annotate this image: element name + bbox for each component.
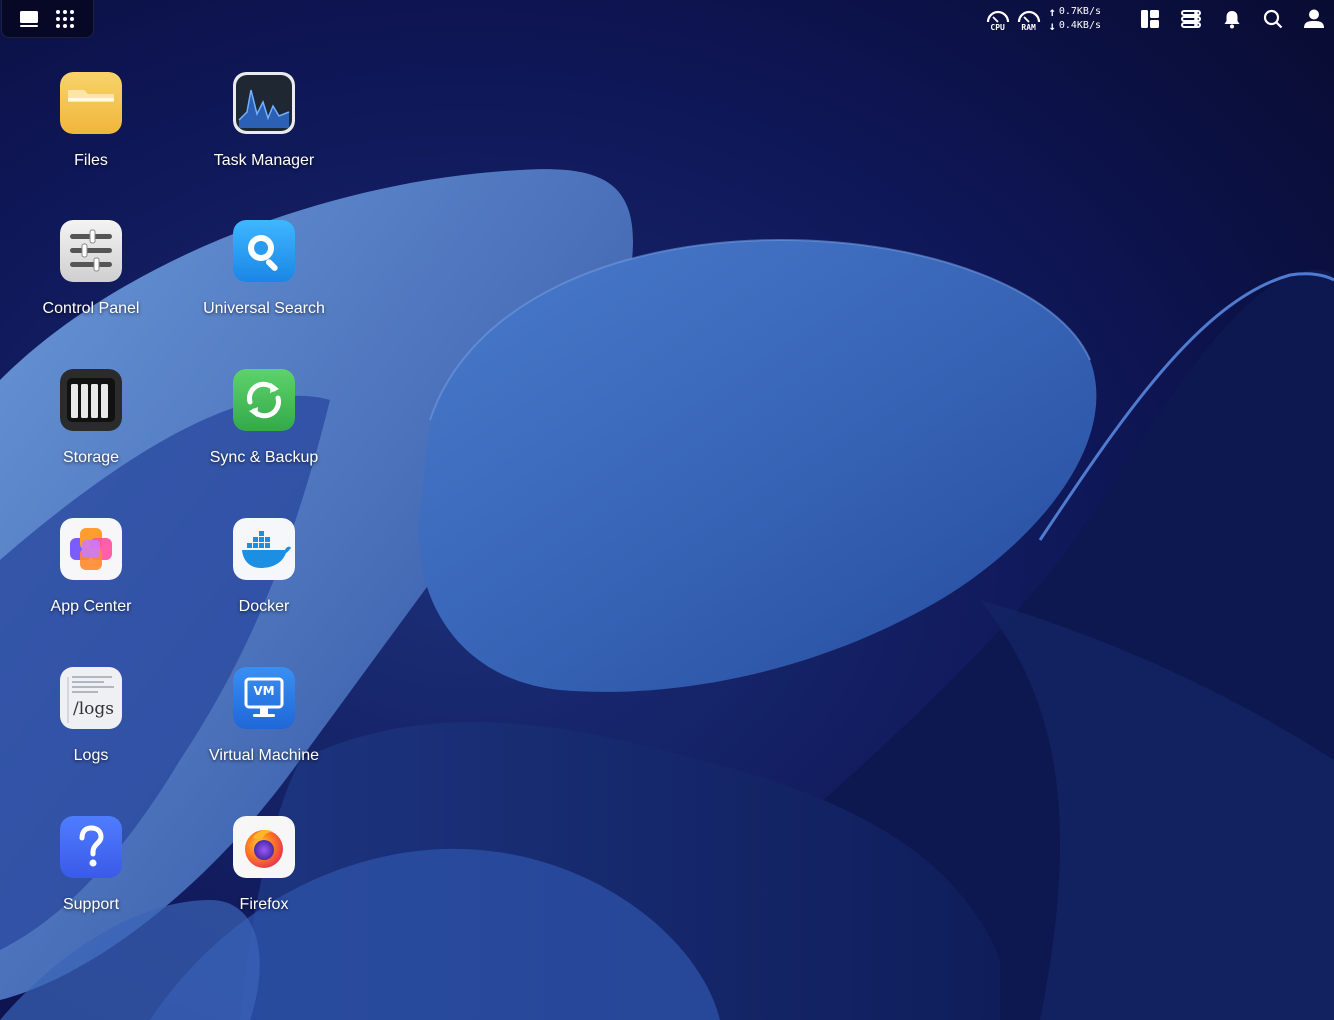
activity-monitor-icon — [233, 72, 295, 134]
show-desktop-icon[interactable] — [17, 7, 41, 31]
desktop-app-app-center[interactable]: App Center — [16, 518, 166, 648]
app-label: App Center — [50, 598, 132, 615]
ram-gauge[interactable]: RAM — [1016, 5, 1042, 33]
question-mark-icon — [60, 816, 122, 878]
firefox-icon — [233, 816, 295, 878]
download-arrow-icon: ↓ — [1048, 19, 1056, 33]
app-label: Control Panel — [42, 300, 140, 317]
desktop-app-control-panel[interactable]: Control Panel — [16, 220, 166, 350]
docker-whale-icon — [233, 518, 295, 580]
desktop-app-support[interactable]: Support — [16, 816, 166, 946]
desktop-app-logs[interactable]: /logs Logs — [16, 667, 166, 797]
app-label: Virtual Machine — [209, 747, 319, 764]
magnifier-icon — [233, 220, 295, 282]
sliders-icon — [60, 220, 122, 282]
vm-icon-text: VM — [253, 684, 275, 698]
desktop-app-universal-search[interactable]: Universal Search — [189, 220, 339, 350]
app-launcher-icon[interactable] — [53, 7, 77, 31]
sync-icon — [233, 369, 295, 431]
ram-label: RAM — [1021, 23, 1036, 32]
desktop-app-firefox[interactable]: Firefox — [189, 816, 339, 946]
app-label: Storage — [62, 449, 120, 466]
notification-bell-icon[interactable] — [1220, 7, 1244, 31]
drive-bays-icon — [60, 369, 122, 431]
desktop-app-files[interactable]: Files — [16, 72, 166, 202]
widgets-icon[interactable] — [1138, 7, 1162, 31]
app-label: Files — [74, 152, 108, 169]
app-label: Firefox — [239, 896, 289, 913]
network-speed[interactable]: ↑ 0.7KB/s ↓ 0.4KB/s — [1049, 5, 1101, 33]
ram-gauge-icon — [1017, 10, 1040, 23]
cpu-label: CPU — [990, 23, 1005, 32]
app-label: Logs — [73, 747, 109, 764]
upload-arrow-icon: ↑ — [1048, 5, 1056, 19]
folder-icon — [60, 72, 122, 134]
task-list-icon[interactable] — [1179, 7, 1203, 31]
desktop-app-storage[interactable]: Storage — [16, 369, 166, 499]
desktop-app-sync-backup[interactable]: Sync & Backup — [189, 369, 339, 499]
app-label: Docker — [238, 598, 290, 615]
cpu-gauge-icon — [986, 10, 1009, 23]
app-label: Sync & Backup — [209, 449, 319, 466]
logs-icon-text: /logs — [73, 699, 115, 719]
cpu-gauge[interactable]: CPU — [985, 5, 1011, 33]
topbar-right: CPU RAM ↑ 0.7KB/s ↓ 0.4KB/s — [985, 4, 1326, 34]
app-label: Task Manager — [213, 152, 315, 169]
search-icon[interactable] — [1261, 7, 1285, 31]
app-center-icon — [60, 518, 122, 580]
upload-speed: 0.7KB/s — [1058, 6, 1101, 17]
download-speed: 0.4KB/s — [1058, 20, 1101, 31]
topbar-left — [1, 0, 94, 38]
app-label: Universal Search — [203, 300, 325, 317]
desktop-app-docker[interactable]: Docker — [189, 518, 339, 648]
user-icon[interactable] — [1302, 7, 1326, 31]
logs-icon: /logs — [60, 667, 122, 729]
desktop-app-task-manager[interactable]: Task Manager — [189, 72, 339, 202]
app-label: Support — [62, 896, 120, 913]
desktop-app-virtual-machine[interactable]: VM Virtual Machine — [189, 667, 339, 797]
vm-monitor-icon: VM — [233, 667, 295, 729]
